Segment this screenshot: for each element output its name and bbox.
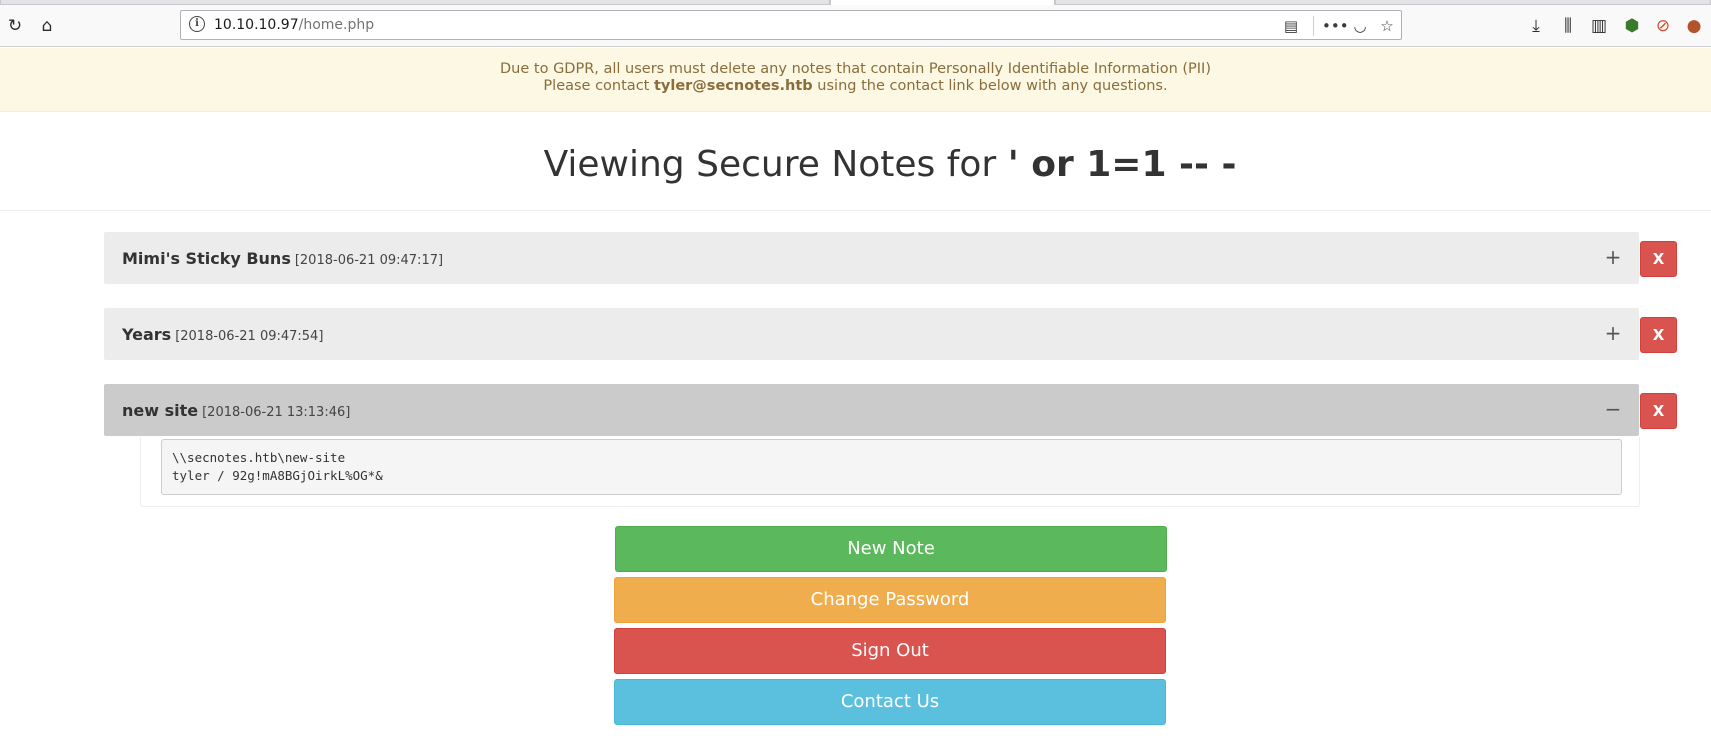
note-header[interactable]: Mimi's Sticky Buns [2018-06-21 09:47:17] …	[104, 232, 1639, 284]
url-text[interactable]: 10.10.10.97/home.php	[214, 17, 374, 33]
gdpr-banner: Due to GDPR, all users must delete any n…	[0, 48, 1711, 112]
divider	[0, 210, 1711, 211]
note-header[interactable]: Years [2018-06-21 09:47:54] +	[104, 308, 1639, 360]
note-title: new site [2018-06-21 13:13:46]	[122, 401, 351, 420]
pocket-icon[interactable]: ◡	[1349, 15, 1371, 37]
url-bar[interactable]: i 10.10.10.97/home.php ▤ ••• ◡ ☆	[180, 10, 1402, 40]
note-header[interactable]: new site [2018-06-21 13:13:46] −	[104, 384, 1639, 436]
bookmark-star-icon[interactable]: ☆	[1376, 15, 1398, 37]
page-title: Viewing Secure Notes for ' or 1=1 -- -	[543, 144, 1237, 185]
reader-view-icon[interactable]: ▤	[1280, 15, 1302, 37]
expand-icon[interactable]: +	[1603, 245, 1623, 269]
sign-out-button[interactable]: Sign Out	[614, 628, 1166, 674]
contact-email: tyler@secnotes.htb	[653, 78, 813, 94]
new-note-button[interactable]: New Note	[615, 526, 1167, 572]
note-date: [2018-06-21 09:47:17]	[294, 253, 444, 268]
delete-note-button[interactable]: X	[1640, 393, 1677, 429]
downloads-icon[interactable]: ⤓	[1525, 15, 1547, 37]
page-actions-icon[interactable]: •••	[1322, 15, 1349, 37]
sidebar-icon[interactable]: ▥	[1588, 15, 1610, 37]
library-icon[interactable]: ⫼	[1557, 15, 1579, 37]
browser-toolbar: ↻ ⌂ i 10.10.10.97/home.php ▤ ••• ◡ ☆ ⤓ ⫼…	[0, 5, 1711, 47]
extension-shield-icon[interactable]: ⬢	[1621, 15, 1643, 37]
banner-line-2: Please contact tyler@secnotes.htb using …	[543, 78, 1168, 94]
change-password-button[interactable]: Change Password	[614, 577, 1166, 623]
collapse-icon[interactable]: −	[1603, 397, 1623, 421]
contact-us-button[interactable]: Contact Us	[614, 679, 1166, 725]
note-date: [2018-06-21 09:47:54]	[175, 329, 324, 344]
banner-line-1: Due to GDPR, all users must delete any n…	[500, 61, 1211, 77]
delete-note-button[interactable]: X	[1640, 241, 1677, 277]
username: ' or 1=1 -- -	[1007, 144, 1237, 185]
expand-icon[interactable]: +	[1603, 321, 1623, 345]
note-content: \\secnotes.htb\new-site tyler / 92g!mA8B…	[161, 439, 1622, 495]
url-separator	[1313, 16, 1314, 36]
note-date: [2018-06-21 13:13:46]	[202, 405, 351, 420]
note-body: \\secnotes.htb\new-site tyler / 92g!mA8B…	[140, 437, 1640, 507]
reload-icon[interactable]: ↻	[4, 15, 26, 37]
note-title: Mimi's Sticky Buns [2018-06-21 09:47:17]	[122, 249, 444, 268]
extension-block-icon[interactable]: ⊘	[1652, 15, 1674, 37]
note-title: Years [2018-06-21 09:47:54]	[122, 325, 324, 344]
home-icon[interactable]: ⌂	[36, 15, 58, 37]
extension-cookie-icon[interactable]: ●	[1683, 15, 1705, 37]
delete-note-button[interactable]: X	[1640, 317, 1677, 353]
site-info-icon[interactable]: i	[189, 16, 205, 32]
